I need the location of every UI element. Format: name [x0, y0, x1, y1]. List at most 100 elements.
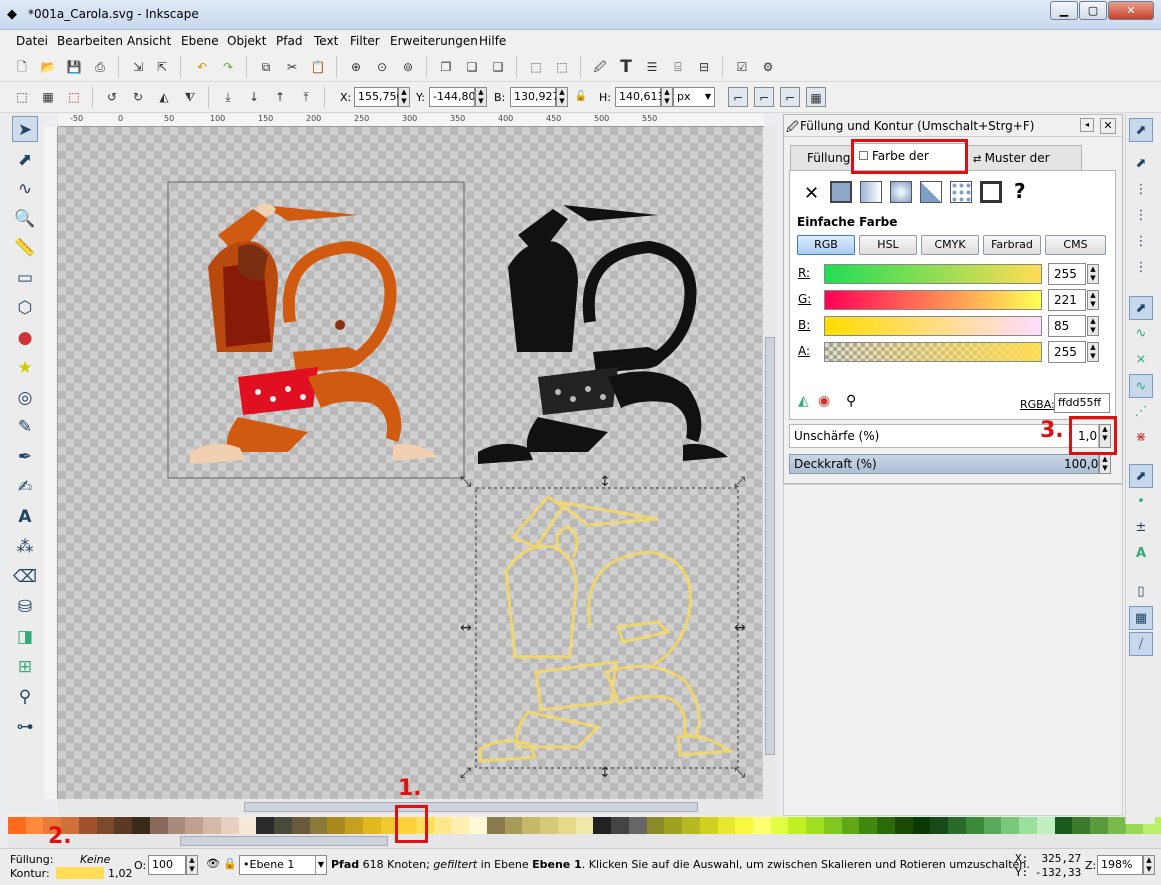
select-all-icon[interactable]: ⬚ — [12, 87, 32, 107]
close-window-button[interactable]: ✕ — [1108, 1, 1154, 20]
zoom-drawing-icon[interactable]: ⊙ — [372, 57, 392, 77]
green-slider[interactable] — [824, 290, 1042, 310]
palette-swatch[interactable] — [486, 817, 506, 834]
lock-icon[interactable]: 🔒 — [223, 857, 237, 870]
mode-hsl-button[interactable]: HSL — [859, 235, 917, 255]
palette-swatch[interactable] — [682, 817, 701, 834]
align-distribute-icon[interactable]: ⊟ — [694, 57, 714, 77]
snap-object-center-icon[interactable]: • — [1129, 490, 1153, 514]
mesh-tool-icon[interactable]: ⊞ — [12, 654, 38, 680]
colored-figure[interactable] — [190, 203, 438, 464]
palette-swatch[interactable] — [912, 817, 931, 834]
palette-swatch[interactable] — [433, 817, 452, 834]
menu-filter[interactable]: Filter — [350, 34, 380, 48]
palette-scroll-thumb[interactable] — [180, 836, 388, 846]
snap-guides-icon[interactable]: ⧸ — [1129, 632, 1153, 656]
menu-pfad[interactable]: Pfad — [276, 34, 302, 48]
pattern-icon[interactable] — [950, 181, 972, 203]
palette-swatch[interactable] — [611, 817, 630, 834]
paint-bucket-tool-icon[interactable]: ⛁ — [12, 594, 38, 620]
menu-objekt[interactable]: Objekt — [227, 34, 266, 48]
lock-ratio-icon[interactable]: 🔓 — [571, 87, 591, 107]
palette-swatch[interactable] — [469, 817, 488, 834]
menu-ansicht[interactable]: Ansicht — [127, 34, 171, 48]
palette-swatch[interactable] — [149, 817, 169, 834]
lower-bottom-icon[interactable]: ⤓ — [218, 87, 238, 107]
x-stepper[interactable]: ▲ ▼ — [398, 87, 410, 107]
clone-icon[interactable]: ❏ — [462, 57, 482, 77]
alpha-stepper[interactable]: ▲ ▼ — [1087, 342, 1099, 362]
flip-vertical-icon[interactable]: ⧨ — [180, 87, 200, 107]
swatch-icon[interactable] — [980, 181, 1002, 203]
dock-close-icon[interactable]: ✕ — [1100, 118, 1116, 134]
palette-swatch[interactable] — [451, 817, 470, 834]
palette-swatch[interactable] — [1019, 817, 1038, 834]
palette-swatch[interactable] — [1036, 817, 1056, 834]
palette-swatch[interactable] — [735, 817, 754, 834]
snap-nodes-icon[interactable]: ⬈ — [1129, 296, 1153, 320]
copy-icon[interactable]: ⧉ — [256, 57, 276, 77]
palette-swatch[interactable] — [327, 817, 346, 834]
dropper-tool-icon[interactable]: ⚲ — [12, 684, 38, 710]
measure-tool-icon[interactable]: 📏 — [12, 235, 38, 261]
preferences-icon[interactable]: ⚙ — [758, 57, 778, 77]
palette-swatch[interactable] — [309, 817, 328, 834]
text-tool-icon[interactable]: A — [12, 504, 38, 530]
select-all-layers-icon[interactable]: ▦ — [38, 87, 58, 107]
palette-swatch[interactable] — [220, 817, 240, 834]
palette-swatch[interactable] — [823, 817, 843, 834]
unset-paint-icon[interactable]: ? — [1014, 179, 1026, 203]
blue-value[interactable]: 85 — [1048, 315, 1086, 337]
snap-bbox-icon[interactable]: ⬈ — [1129, 152, 1153, 176]
redo-icon[interactable]: ↷ — [218, 57, 238, 77]
palette-swatch[interactable] — [114, 817, 133, 834]
snap-bbox-center-icon[interactable]: ⋮ — [1129, 256, 1153, 280]
drawing-canvas[interactable]: ⤡ ↕ ⤢ ↔ ↔ ⤢ ↕ ⤡ — [58, 127, 762, 799]
green-value[interactable]: 221 — [1048, 289, 1086, 311]
maximize-button[interactable]: ▢ — [1079, 1, 1107, 20]
menu-ebene[interactable]: Ebene — [181, 34, 219, 48]
selector-tool-icon[interactable]: ➤ — [12, 116, 38, 142]
xml-editor-icon[interactable]: ⌸ — [668, 57, 688, 77]
mode-rgb-button[interactable]: RGB — [797, 235, 855, 255]
print-icon[interactable]: ⎙ — [90, 57, 110, 77]
palette-swatch[interactable] — [132, 817, 151, 834]
export-icon[interactable]: ⇱ — [152, 57, 172, 77]
unlink-clone-icon[interactable]: ❑ — [488, 57, 508, 77]
palette-swatch[interactable] — [1054, 817, 1073, 834]
ungroup-icon[interactable]: ⬚ — [552, 57, 572, 77]
palette-swatch[interactable] — [557, 817, 577, 834]
no-paint-icon[interactable]: ✕ — [804, 183, 819, 204]
alpha-value[interactable]: 255 — [1048, 341, 1086, 363]
minimize-button[interactable]: ▁ — [1050, 1, 1078, 20]
y-input[interactable]: -144,809 — [429, 87, 475, 107]
import-icon[interactable]: ⇲ — [128, 57, 148, 77]
green-stepper[interactable]: ▲ ▼ — [1087, 290, 1099, 310]
vertical-scrollbar[interactable] — [762, 127, 776, 799]
zoom-tool-icon[interactable]: 🔍 — [12, 206, 38, 232]
palette-swatch[interactable] — [96, 817, 115, 834]
vertical-scroll-thumb[interactable] — [765, 337, 775, 755]
palette-swatch[interactable] — [894, 817, 914, 834]
calligraphy-tool-icon[interactable]: ✍ — [12, 474, 38, 500]
star-tool-icon[interactable]: ★ — [12, 355, 38, 381]
snap-path-icon[interactable]: ∿ — [1129, 322, 1153, 346]
lower-icon[interactable]: ↓ — [244, 87, 264, 107]
snap-centers-icon[interactable]: ⋇ — [1129, 426, 1153, 450]
height-input[interactable]: 140,613 — [615, 87, 665, 107]
palette-swatch[interactable] — [1072, 817, 1091, 834]
palette-scrollbar[interactable] — [8, 834, 1161, 848]
dock-collapse-icon[interactable]: ◂ — [1080, 118, 1094, 132]
palette-swatch[interactable] — [203, 817, 222, 834]
snap-enable-icon[interactable]: ⬈ — [1129, 118, 1153, 142]
rotate-cw-icon[interactable]: ↻ — [128, 87, 148, 107]
black-figure[interactable] — [478, 205, 728, 464]
rgba-input[interactable]: ffdd55ff — [1054, 393, 1110, 413]
opacity-indicator-input[interactable]: 100 — [148, 855, 186, 875]
palette-swatch[interactable] — [291, 817, 311, 834]
zoom-stepper[interactable]: ▲ ▼ — [1143, 855, 1155, 875]
eye-icon[interactable]: 👁 — [206, 857, 220, 870]
layer-select[interactable]: •Ebene 1 ▼ — [239, 855, 327, 875]
menu-text[interactable]: Text — [314, 34, 338, 48]
palette-swatch[interactable] — [256, 817, 275, 834]
